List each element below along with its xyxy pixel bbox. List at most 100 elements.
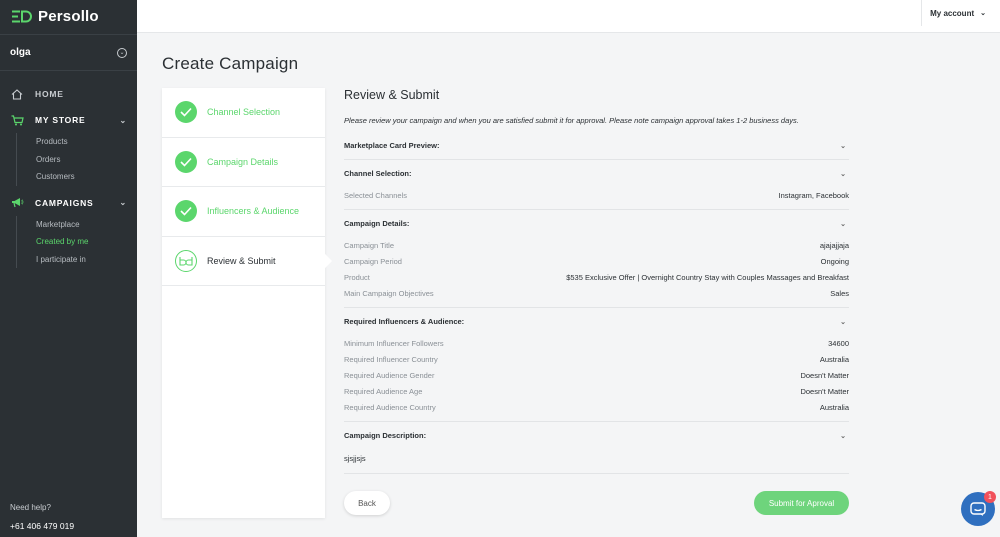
sidebar-subitem-products[interactable]: Products (36, 133, 137, 151)
step-navigator: Channel Selection Campaign Details Influ… (162, 88, 325, 518)
account-label: My account (930, 8, 975, 18)
section-heading: Campaign Details: (344, 219, 410, 228)
home-icon (10, 88, 24, 100)
detail-row: Product $535 Exclusive Offer | Overnight… (344, 269, 849, 285)
campaign-description-section: Campaign Description: ⌄ sjsjjsjs (344, 422, 849, 474)
review-panel: Review & Submit Please review your campa… (344, 80, 849, 531)
detail-value: 34600 (828, 338, 849, 348)
step-label: Review & Submit (207, 255, 276, 266)
detail-value: Instagram, Facebook (778, 190, 849, 200)
chevron-down-icon[interactable]: ⌄ (840, 318, 849, 326)
detail-value: ajajajjaja (819, 240, 849, 250)
detail-row: Campaign Period Ongoing (344, 253, 849, 269)
help-phone[interactable]: +61 406 479 019 (10, 521, 74, 531)
influencers-audience-section: Required Influencers & Audience: ⌄ Minim… (344, 308, 849, 422)
submit-for-approval-button[interactable]: Submit for Aproval (754, 491, 849, 515)
section-heading: Required Influencers & Audience: (344, 317, 465, 326)
detail-row: Minimum Influencer Followers 34600 (344, 335, 849, 351)
marketplace-preview-section: Marketplace Card Preview: ⌄ (344, 132, 849, 160)
campaign-description-toggle[interactable]: Campaign Description: ⌄ (344, 422, 849, 449)
sidebar-subitem-marketplace[interactable]: Marketplace (36, 216, 137, 234)
detail-label: Required Audience Age (344, 386, 423, 396)
campaign-details-section: Campaign Details: ⌄ Campaign Title ajaja… (344, 210, 849, 308)
detail-row: Selected Channels Instagram, Facebook (344, 187, 849, 203)
sidebar-item-my-store[interactable]: MY STORE ⌄ (0, 107, 137, 133)
campaign-description-text: sjsjjsjs (344, 453, 366, 463)
brand-logo[interactable]: Persollo (0, 0, 137, 33)
user-name: olga (10, 47, 31, 58)
campaign-details-toggle[interactable]: Campaign Details: ⌄ (344, 210, 849, 237)
detail-label: Required Audience Gender (344, 370, 435, 380)
unread-count-badge: 1 (984, 491, 996, 503)
chevron-down-icon[interactable]: ⌄ (119, 116, 127, 125)
section-heading: Marketplace Card Preview: (344, 141, 440, 150)
detail-row: Required Audience Gender Doesn't Matter (344, 367, 849, 383)
detail-value: Doesn't Matter (800, 386, 849, 396)
campaigns-submenu: Marketplace Created by me I participate … (16, 215, 137, 269)
chevron-down-icon[interactable]: ⌄ (840, 220, 849, 228)
checkmark-icon (175, 101, 197, 124)
panel-title: Review & Submit (344, 88, 440, 102)
step-influencers-audience[interactable]: Influencers & Audience (162, 187, 325, 237)
detail-row: Required Influencer Country Australia (344, 351, 849, 367)
sidebar-subitem-i-participate-in[interactable]: I participate in (36, 251, 137, 269)
chevron-down-icon[interactable]: ⌄ (119, 198, 127, 207)
detail-row: Required Audience Country Australia (344, 399, 849, 415)
step-channel-selection[interactable]: Channel Selection (162, 88, 325, 138)
step-label: Campaign Details (207, 156, 279, 167)
detail-label: Campaign Title (344, 240, 395, 250)
detail-label: Main Campaign Objectives (344, 288, 434, 298)
brand-name: Persollo (38, 8, 99, 25)
back-button[interactable]: Back (344, 491, 390, 515)
detail-value: $535 Exclusive Offer | Overnight Country… (566, 272, 849, 282)
persollo-mark-icon (175, 249, 197, 272)
sidebar-item-label: HOME (35, 89, 64, 99)
detail-value: Australia (819, 402, 849, 412)
chevron-down-icon[interactable]: ⌄ (840, 432, 849, 440)
step-label: Influencers & Audience (207, 206, 300, 217)
section-heading: Campaign Description: (344, 431, 427, 440)
sidebar-subitem-created-by-me[interactable]: Created by me (36, 233, 137, 251)
page-title: Create Campaign (162, 54, 299, 73)
sidebar: Persollo olga ⌄ HOME MY STORE ⌄ Products… (0, 0, 137, 537)
detail-row: Main Campaign Objectives Sales (344, 285, 849, 301)
shopping-cart-icon (10, 114, 24, 126)
detail-value: Sales (830, 288, 849, 298)
account-menu[interactable]: My account ⌄ (921, 0, 986, 26)
channel-selection-toggle[interactable]: Channel Selection: ⌄ (344, 160, 849, 187)
sidebar-item-campaigns[interactable]: CAMPAIGNS ⌄ (0, 190, 137, 216)
channel-selection-section: Channel Selection: ⌄ Selected Channels I… (344, 160, 849, 210)
chevron-down-icon[interactable]: ⌄ (840, 142, 849, 150)
detail-value: Doesn't Matter (800, 370, 849, 380)
sidebar-subitem-customers[interactable]: Customers (36, 168, 137, 186)
chevron-down-icon[interactable]: ⌄ (840, 170, 849, 178)
marketplace-preview-toggle[interactable]: Marketplace Card Preview: ⌄ (344, 132, 849, 159)
sidebar-item-label: CAMPAIGNS (35, 197, 94, 208)
detail-value: Australia (819, 354, 849, 364)
detail-label: Campaign Period (344, 256, 402, 266)
detail-label: Minimum Influencer Followers (344, 338, 444, 348)
user-switcher[interactable]: olga ⌄ (0, 34, 137, 71)
checkmark-icon (175, 150, 197, 173)
sidebar-item-home[interactable]: HOME (0, 81, 137, 107)
help-label: Need help? (10, 503, 51, 512)
persollo-logo-icon (12, 10, 32, 23)
step-campaign-details[interactable]: Campaign Details (162, 138, 325, 187)
checkmark-icon (175, 200, 197, 223)
step-review-submit[interactable]: Review & Submit (162, 237, 325, 286)
top-bar: My account ⌄ (137, 0, 1000, 33)
detail-label: Required Audience Country (344, 402, 436, 412)
sidebar-nav: HOME MY STORE ⌄ Products Orders Customer… (0, 71, 137, 268)
section-heading: Channel Selection: (344, 169, 412, 178)
chevron-down-icon: ⌄ (980, 10, 986, 17)
megaphone-icon (10, 197, 24, 209)
detail-label: Selected Channels (344, 190, 407, 200)
store-submenu: Products Orders Customers (16, 133, 137, 186)
influencers-audience-toggle[interactable]: Required Influencers & Audience: ⌄ (344, 308, 849, 335)
review-instructions: Please review your campaign and when you… (344, 116, 799, 125)
detail-row: Campaign Title ajajajjaja (344, 237, 849, 253)
detail-label: Product (344, 272, 370, 282)
chevron-down-icon[interactable]: ⌄ (117, 47, 127, 58)
sidebar-subitem-orders[interactable]: Orders (36, 151, 137, 169)
sidebar-item-label: MY STORE (35, 115, 86, 125)
